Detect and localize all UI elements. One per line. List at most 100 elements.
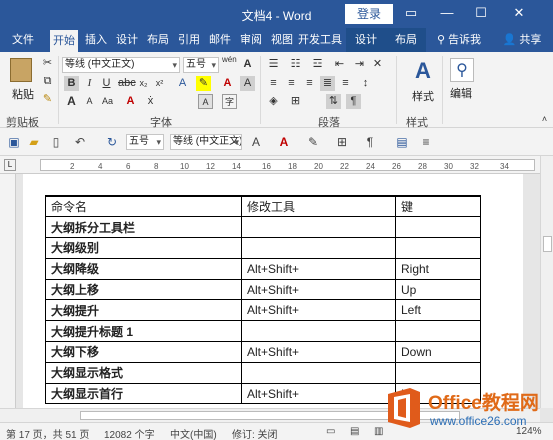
font-size-select[interactable]: 五号 — [183, 57, 219, 73]
table-cell[interactable]: Down — [395, 341, 481, 363]
table-cell[interactable] — [241, 216, 396, 239]
borders-icon[interactable]: ⊞ — [288, 94, 303, 109]
page[interactable]: 命令名 修改工具 键 大纲拆分工具栏 大纲级别 大纲降级 Alt+Shift+ … — [23, 174, 523, 408]
highlight-pen-icon[interactable]: ✎ — [305, 134, 321, 150]
read-mode-icon[interactable]: ▭ — [326, 426, 335, 437]
tab-file[interactable]: 文件 — [8, 28, 38, 52]
highlight-icon[interactable]: ✎ — [196, 76, 211, 91]
justify-icon[interactable]: ≣ — [320, 76, 335, 91]
change-case-icon[interactable]: A — [240, 57, 255, 72]
font-color-2-icon[interactable]: A — [123, 94, 138, 109]
table-cell[interactable]: Alt+Shift+ — [241, 278, 396, 301]
table-cell[interactable]: 大纲下移 — [45, 341, 242, 363]
table-cell[interactable]: 大纲级别 — [45, 237, 242, 259]
clear-format-icon[interactable]: ẋ — [143, 94, 158, 109]
table-cell[interactable]: Alt+Shift+ — [241, 382, 396, 405]
vertical-scrollbar[interactable] — [540, 156, 553, 408]
styles-icon[interactable]: A — [410, 58, 436, 84]
align-center-icon[interactable]: ≡ — [284, 76, 299, 91]
subscript-icon[interactable]: x₂ — [136, 76, 151, 91]
table-cell[interactable] — [241, 320, 396, 343]
format-painter-icon[interactable]: ✎ — [40, 92, 55, 107]
editing-label[interactable]: 编辑 — [450, 85, 472, 101]
track-changes[interactable]: 修订: 关闭 — [232, 426, 278, 440]
shrink-font-icon[interactable]: A — [82, 94, 97, 109]
multilevel-list-icon[interactable]: ☲ — [310, 57, 325, 72]
collapse-ribbon-icon[interactable]: ˄ — [537, 112, 552, 127]
font-name-select[interactable]: 等线 (中文正文) — [62, 57, 180, 73]
table-cell[interactable] — [395, 361, 481, 384]
styles-label[interactable]: 样式 — [412, 88, 434, 104]
underline-icon[interactable]: U — [99, 76, 114, 91]
tab-view[interactable]: 视图 — [268, 28, 296, 52]
table-cell[interactable]: Alt+Shift+ — [241, 299, 396, 322]
table-cell[interactable]: 大纲提升 — [45, 299, 242, 322]
italic-icon[interactable]: I — [82, 76, 97, 91]
qat-font-size-select[interactable]: 五号 — [126, 134, 164, 150]
close-button[interactable]: ✕ — [508, 3, 530, 23]
tab-table-layout[interactable]: 布局 — [386, 28, 426, 52]
font-color-icon[interactable]: A — [220, 76, 235, 91]
copy-icon[interactable]: ⧉ — [40, 74, 55, 89]
print-layout-icon[interactable]: ▤ — [350, 426, 359, 437]
table-cell[interactable]: 大纲上移 — [45, 278, 242, 301]
find-icon[interactable]: ⚲ — [450, 58, 474, 82]
shortcut-table[interactable]: 命令名 修改工具 键 大纲拆分工具栏 大纲级别 大纲降级 Alt+Shift+ … — [45, 195, 481, 405]
login-button[interactable]: 登录 — [345, 4, 393, 24]
tab-mailings[interactable]: 邮件 — [206, 28, 234, 52]
paste-icon[interactable] — [10, 58, 32, 82]
char-shading-icon[interactable]: A — [240, 76, 255, 91]
tab-layout[interactable]: 布局 — [144, 28, 172, 52]
increase-indent-icon[interactable]: ⇥ — [352, 57, 367, 72]
phonetic-guide-icon[interactable]: wén — [222, 56, 237, 71]
scroll-thumb[interactable] — [543, 236, 552, 252]
table-cell[interactable]: Up — [395, 278, 481, 301]
table-cell[interactable]: 大纲显示格式 — [45, 361, 242, 384]
tell-me-button[interactable]: ⚲ 告诉我 — [430, 28, 488, 52]
language[interactable]: 中文(中国) — [170, 426, 217, 440]
qat-font-name-select[interactable]: 等线 (中文正文) — [170, 134, 242, 150]
table-cell[interactable]: 大纲显示首行 — [45, 382, 242, 405]
table-cell[interactable] — [395, 237, 481, 259]
shading-icon[interactable]: ◈ — [266, 94, 281, 109]
line-spacing-icon[interactable]: ↕ — [358, 76, 373, 91]
text-effects-icon[interactable]: A — [175, 76, 190, 91]
tab-references[interactable]: 引用 — [175, 28, 203, 52]
show-marks-icon[interactable]: ¶ — [362, 134, 378, 150]
char-border-icon[interactable]: A — [198, 94, 213, 109]
table-icon[interactable]: ⊞ — [334, 134, 350, 150]
web-layout-icon[interactable]: ▥ — [374, 426, 383, 437]
tab-design[interactable]: 设计 — [113, 28, 141, 52]
enclose-char-icon[interactable]: Aa — [100, 94, 115, 109]
chinese-layout-icon[interactable]: ✕ — [370, 57, 385, 72]
show-marks-icon[interactable]: ¶ — [346, 94, 361, 109]
table-cell[interactable]: 大纲降级 — [45, 257, 242, 280]
font-color-icon[interactable]: A — [276, 134, 292, 150]
header-cell[interactable]: 修改工具 — [241, 195, 396, 218]
minimize-button[interactable]: — — [436, 3, 458, 23]
table-cell[interactable] — [395, 216, 481, 239]
table-cell[interactable]: Alt+Shift+ — [241, 341, 396, 363]
table-cell[interactable] — [395, 320, 481, 343]
numbering-icon[interactable]: ☷ — [288, 57, 303, 72]
share-button[interactable]: 👤 共享 — [500, 28, 544, 52]
tab-review[interactable]: 审阅 — [237, 28, 265, 52]
paste-label[interactable]: 粘贴 — [12, 86, 34, 102]
superscript-icon[interactable]: x² — [152, 76, 167, 91]
undo-icon[interactable]: ↶ — [72, 134, 88, 150]
align-right-icon[interactable]: ≡ — [302, 76, 317, 91]
word-count[interactable]: 12082 个字 — [104, 426, 155, 440]
align-left-icon[interactable]: ≡ — [266, 76, 281, 91]
tab-selector-icon[interactable]: L — [4, 159, 16, 171]
header-cell[interactable]: 键 — [395, 195, 481, 218]
table-cell[interactable]: Alt+Shift+ — [241, 257, 396, 280]
ribbon-display-icon[interactable]: ▭ — [400, 3, 422, 23]
maximize-button[interactable]: ☐ — [470, 3, 492, 23]
tab-insert[interactable]: 插入 — [82, 28, 110, 52]
tab-table-design[interactable]: 设计 — [346, 28, 386, 52]
table-cell[interactable]: 大纲拆分工具栏 — [45, 216, 242, 239]
strikethrough-icon[interactable]: abc — [118, 76, 136, 91]
grow-font-icon[interactable]: A — [248, 134, 264, 150]
open-folder-icon[interactable]: ▰ — [26, 134, 42, 150]
distributed-icon[interactable]: ≡ — [338, 76, 353, 91]
